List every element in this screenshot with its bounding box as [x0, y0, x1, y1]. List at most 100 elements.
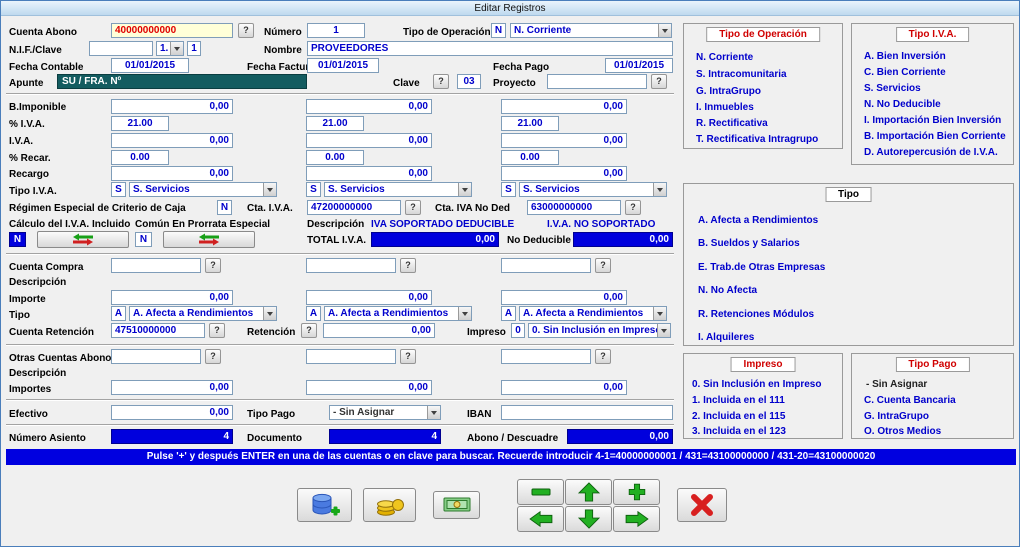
cuenta-abono-help-button[interactable]: ? [238, 23, 254, 38]
tipo-iva-selected-3: S. Servicios [523, 184, 580, 195]
base-imponible-input-3[interactable]: 0,00 [501, 99, 627, 114]
nif-num-input[interactable]: 1 [187, 41, 201, 56]
arrow-right-button[interactable] [613, 506, 660, 532]
cuenta-compra-input-3[interactable] [501, 258, 591, 273]
nif-type-select[interactable]: 1. [156, 41, 184, 56]
tipo-operacion-panel: Tipo de Operación N. Corriente S. Intrac… [683, 23, 843, 149]
prorrata-swap-button[interactable] [163, 231, 255, 248]
tipo-select-3[interactable]: A. Afecta a Rendimientos [519, 306, 667, 321]
regimen-input[interactable]: N [217, 200, 232, 215]
cuenta-compra-input-1[interactable] [111, 258, 201, 273]
otras-cuentas-help-button-2[interactable]: ? [400, 349, 416, 364]
cuenta-retencion-help-button[interactable]: ? [209, 323, 225, 338]
cta-iva-no-ded-help-button[interactable]: ? [625, 200, 641, 215]
nombre-input[interactable]: PROVEEDORES [307, 41, 673, 56]
tipo-operacion-panel-title: Tipo de Operación [706, 27, 820, 42]
recargo-input-3[interactable]: 0,00 [501, 166, 627, 181]
tipo-operacion-code-input[interactable]: N [491, 23, 506, 38]
iva-input-2[interactable]: 0,00 [306, 133, 432, 148]
edit-records-window: Editar Registros Cuenta Abono 4000000000… [0, 0, 1020, 547]
importe-input-1[interactable]: 0,00 [111, 290, 233, 305]
tipo-code-2[interactable]: A [306, 306, 321, 321]
tipo-iva-code-2[interactable]: S [306, 182, 321, 197]
no-deducible-field: 0,00 [573, 232, 673, 247]
minus-button[interactable] [517, 479, 564, 505]
impreso-code-input[interactable]: 0 [511, 323, 525, 338]
pct-iva-input-1[interactable]: 21.00 [111, 116, 169, 131]
list-item: 1. Incluida en el 111 [692, 395, 785, 406]
pct-recargo-input-2[interactable]: 0.00 [306, 150, 364, 165]
plus-button[interactable] [613, 479, 660, 505]
importe-input-2[interactable]: 0,00 [306, 290, 432, 305]
otras-cuentas-help-button-3[interactable]: ? [595, 349, 611, 364]
tipo-iva-select-3[interactable]: S. Servicios [519, 182, 667, 197]
tipo-operacion-select[interactable]: N. Corriente [510, 23, 672, 38]
list-item: S. Intracomunitaria [696, 69, 787, 80]
numero-input[interactable]: 1 [307, 23, 365, 38]
importes-input-1[interactable]: 0,00 [111, 380, 233, 395]
arrow-down-button[interactable] [565, 506, 612, 532]
cash-button[interactable] [433, 491, 480, 519]
pct-recargo-input-1[interactable]: 0.00 [111, 150, 169, 165]
otras-cuentas-help-button-1[interactable]: ? [205, 349, 221, 364]
proyecto-input[interactable] [547, 74, 647, 89]
otras-cuentas-input-1[interactable] [111, 349, 201, 364]
retencion-help-button[interactable]: ? [301, 323, 317, 338]
importe-input-3[interactable]: 0,00 [501, 290, 627, 305]
cuenta-compra-help-button-2[interactable]: ? [400, 258, 416, 273]
apunte-input[interactable]: SU / FRA. Nº [57, 74, 307, 89]
tipo-select-2[interactable]: A. Afecta a Rendimientos [324, 306, 472, 321]
otras-cuentas-input-3[interactable] [501, 349, 591, 364]
prorrata-input[interactable]: N [135, 232, 152, 247]
tipo-pago-select[interactable]: - Sin Asignar [329, 405, 441, 420]
tipo-iva-select-2[interactable]: S. Servicios [324, 182, 472, 197]
arrow-left-button[interactable] [517, 506, 564, 532]
cta-iva-input[interactable]: 47200000000 [307, 200, 401, 215]
cuenta-compra-help-button-1[interactable]: ? [205, 258, 221, 273]
coins-button[interactable] [363, 488, 416, 522]
fecha-factura-input[interactable]: 01/01/2015 [307, 58, 379, 73]
tipo-select-1[interactable]: A. Afecta a Rendimientos [129, 306, 277, 321]
otras-cuentas-input-2[interactable] [306, 349, 396, 364]
numero-asiento-field: 4 [111, 429, 233, 444]
cuenta-retencion-input[interactable]: 47510000000 [111, 323, 205, 338]
add-record-button[interactable] [297, 488, 352, 522]
cuenta-abono-input[interactable]: 40000000000 [111, 23, 233, 38]
calculo-swap-button[interactable] [37, 231, 129, 248]
cuenta-compra-input-2[interactable] [306, 258, 396, 273]
nif-input[interactable] [89, 41, 153, 56]
tipo-code-1[interactable]: A [111, 306, 126, 321]
impreso-select[interactable]: 0. Sin Inclusión en Impreso [528, 323, 671, 338]
base-imponible-input-1[interactable]: 0,00 [111, 99, 233, 114]
tipo-selected-1: A. Afecta a Rendimientos [133, 308, 254, 319]
tipo-iva-code-1[interactable]: S [111, 182, 126, 197]
arrow-up-button[interactable] [565, 479, 612, 505]
clave-input[interactable]: 03 [457, 74, 481, 89]
base-imponible-input-2[interactable]: 0,00 [306, 99, 432, 114]
proyecto-help-button[interactable]: ? [651, 74, 667, 89]
pct-iva-input-2[interactable]: 21.00 [306, 116, 364, 131]
cuenta-abono-label: Cuenta Abono [9, 27, 77, 38]
recargo-input-2[interactable]: 0,00 [306, 166, 432, 181]
tipo-iva-select-1[interactable]: S. Servicios [129, 182, 277, 197]
iva-input-1[interactable]: 0,00 [111, 133, 233, 148]
importes-input-3[interactable]: 0,00 [501, 380, 627, 395]
iva-input-3[interactable]: 0,00 [501, 133, 627, 148]
cta-iva-no-ded-input[interactable]: 63000000000 [527, 200, 621, 215]
pct-iva-input-3[interactable]: 21.00 [501, 116, 559, 131]
recargo-input-1[interactable]: 0,00 [111, 166, 233, 181]
calculo-incluido-input[interactable]: N [9, 232, 26, 247]
fecha-pago-input[interactable]: 01/01/2015 [605, 58, 673, 73]
cta-iva-help-button[interactable]: ? [405, 200, 421, 215]
retencion-input[interactable]: 0,00 [323, 323, 435, 338]
clave-help-button[interactable]: ? [433, 74, 449, 89]
tipo-iva-code-3[interactable]: S [501, 182, 516, 197]
tipo-code-3[interactable]: A [501, 306, 516, 321]
close-button[interactable] [677, 488, 727, 522]
fecha-contable-input[interactable]: 01/01/2015 [111, 58, 189, 73]
pct-recargo-input-3[interactable]: 0.00 [501, 150, 559, 165]
cuenta-compra-help-button-3[interactable]: ? [595, 258, 611, 273]
importes-input-2[interactable]: 0,00 [306, 380, 432, 395]
iban-input[interactable] [501, 405, 673, 420]
efectivo-input[interactable]: 0,00 [111, 405, 233, 420]
